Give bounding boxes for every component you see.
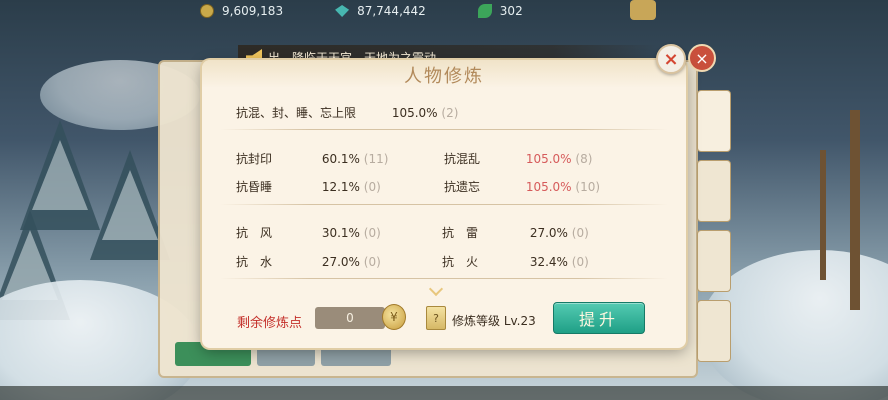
- dialog-title: 人物修炼: [404, 66, 484, 87]
- resist-row: 抗 水 27.0% (0): [236, 253, 381, 270]
- resist-value: 30.1%: [321, 226, 360, 240]
- resist-label: 抗 火: [442, 255, 479, 269]
- resist-extra: (0): [571, 226, 589, 240]
- resist-extra: (0): [363, 255, 381, 269]
- resist-row: 抗昏睡 12.1% (0): [236, 178, 381, 195]
- resource-bar: 9,609,183 87,744,442 302: [200, 0, 523, 22]
- side-tab[interactable]: [697, 230, 731, 292]
- overall-limit-row: 抗混、封、睡、忘上限 105.0% (2): [236, 104, 458, 121]
- resist-row: 抗封印 60.1% (11): [236, 150, 388, 167]
- resource-value: 302: [499, 4, 523, 18]
- resist-row: 抗 风 30.1% (0): [236, 224, 381, 241]
- resist-label: 抗遗忘: [444, 180, 481, 194]
- coin-icon: [200, 4, 214, 18]
- side-tab[interactable]: [697, 90, 731, 152]
- resource-gem: 87,744,442: [335, 4, 426, 18]
- resource-value: 87,744,442: [357, 4, 426, 18]
- overall-limit-label: 抗混、封、睡、忘上限: [236, 106, 357, 120]
- resource-value: 9,609,183: [222, 4, 284, 18]
- upgrade-button[interactable]: 提升: [553, 302, 645, 334]
- side-tab[interactable]: [697, 300, 731, 362]
- resist-extra: (10): [575, 180, 601, 194]
- resist-value: 12.1%: [321, 180, 360, 194]
- resist-value: 27.0%: [321, 255, 360, 269]
- resist-row: 抗混乱 105.0% (8): [444, 150, 592, 167]
- resist-label: 抗昏睡: [236, 180, 273, 194]
- resist-label: 抗 雷: [442, 226, 479, 240]
- resist-value: 60.1%: [321, 152, 360, 166]
- side-tab[interactable]: [697, 160, 731, 222]
- underlying-close-icon[interactable]: ×: [688, 44, 716, 72]
- resist-row: 抗 雷 27.0% (0): [442, 224, 589, 241]
- resist-label: 抗混乱: [444, 152, 481, 166]
- gem-icon: [335, 5, 350, 17]
- chevron-down-icon[interactable]: [428, 284, 444, 294]
- resist-extra: (0): [363, 180, 381, 194]
- resist-value: 105.0%: [525, 152, 572, 166]
- resist-extra: (0): [363, 226, 381, 240]
- resource-leaf: 302: [477, 4, 523, 18]
- divider: [220, 204, 668, 205]
- cultivation-dialog: 人物修炼 抗混、封、睡、忘上限 105.0% (2) 抗封印 60.1% (11…: [202, 60, 686, 348]
- resist-value: 27.0%: [529, 226, 568, 240]
- bottom-status-strip: [0, 386, 888, 400]
- resist-value: 32.4%: [529, 255, 568, 269]
- close-icon[interactable]: ×: [656, 44, 686, 74]
- add-points-icon[interactable]: ¥: [382, 304, 406, 330]
- resist-row: 抗遗忘 105.0% (10): [444, 178, 600, 195]
- divider: [220, 278, 668, 279]
- overall-limit-value: 105.0%: [391, 106, 438, 120]
- resist-extra: (8): [575, 152, 593, 166]
- resist-extra: (0): [571, 255, 589, 269]
- remaining-points-value: 0: [315, 307, 385, 329]
- cultivation-level: 修炼等级 Lv.23: [452, 314, 536, 328]
- overall-limit-extra: (2): [441, 106, 459, 120]
- resist-label: 抗 风: [236, 226, 273, 240]
- divider: [220, 129, 668, 130]
- remaining-points-label: 剩余修炼点: [237, 316, 303, 331]
- resource-coin: 9,609,183: [200, 4, 283, 18]
- resist-value: 105.0%: [525, 180, 572, 194]
- resist-label: 抗 水: [236, 255, 273, 269]
- underlying-side-tabs: [697, 90, 731, 362]
- leaf-icon: [477, 4, 492, 18]
- resist-extra: (11): [363, 152, 389, 166]
- gift-icon[interactable]: [630, 0, 656, 20]
- resist-label: 抗封印: [236, 152, 273, 166]
- resist-row: 抗 火 32.4% (0): [442, 253, 589, 270]
- scroll-icon[interactable]: ?: [426, 306, 446, 330]
